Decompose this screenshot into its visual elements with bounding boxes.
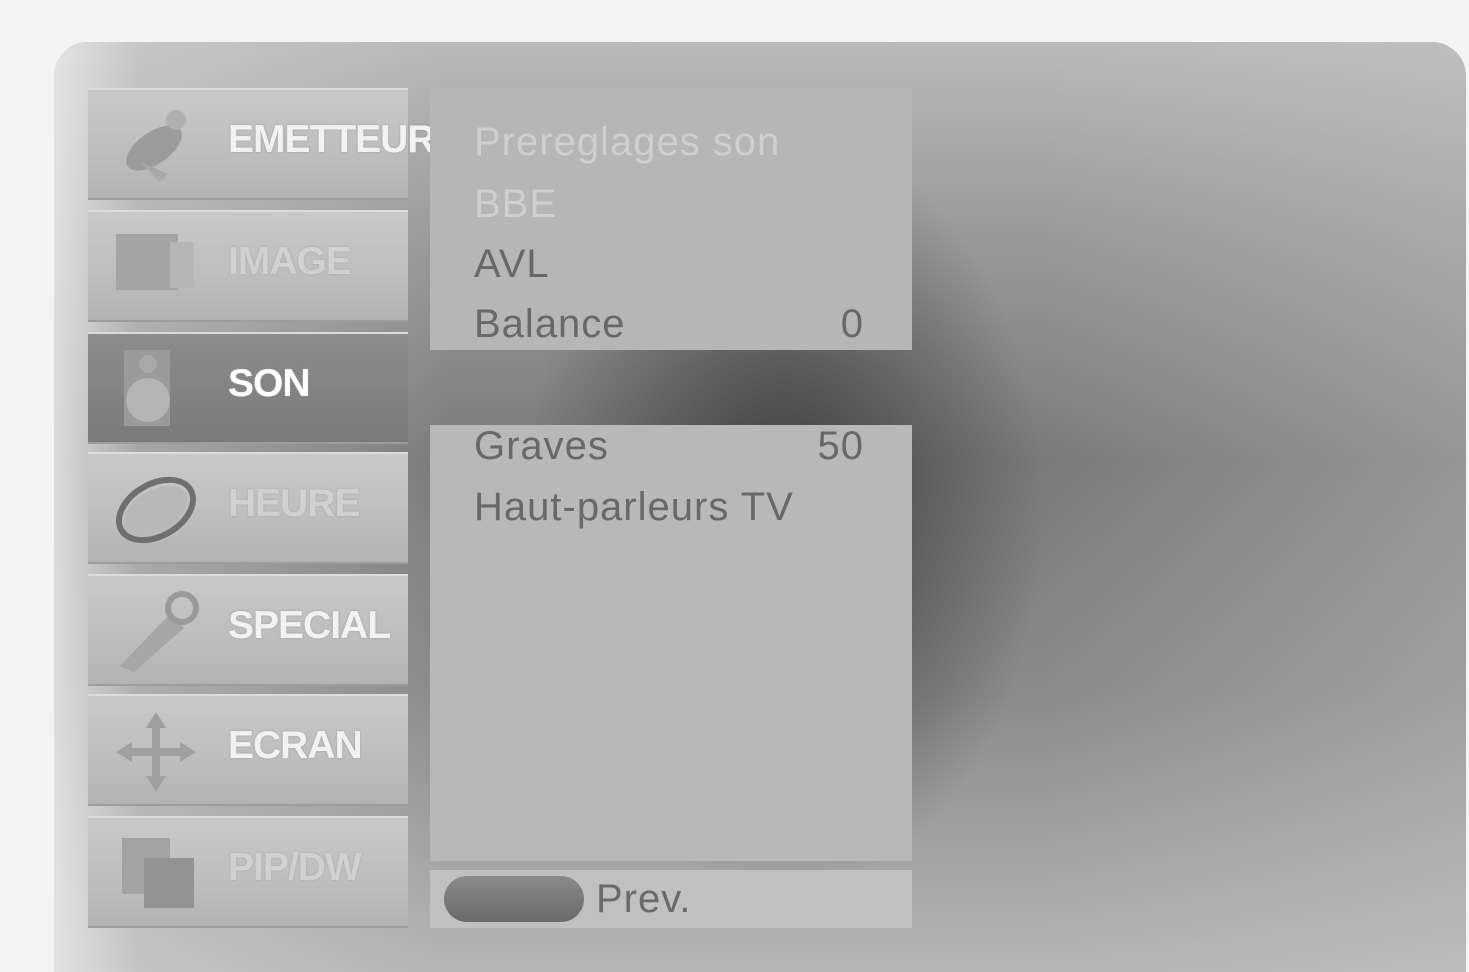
submenu-item-balance[interactable]: Balance 0 — [474, 294, 864, 354]
submenu-item-value: 50 — [817, 424, 864, 468]
submenu-item-value: 0 — [840, 302, 864, 346]
menu-label: ECRAN — [228, 724, 363, 767]
submenu-item-haut-parleurs[interactable]: Haut-parleurs TV — [474, 477, 864, 537]
menu-item-ecran[interactable]: ECRAN — [88, 694, 408, 806]
prev-label: Prev. — [596, 877, 692, 921]
picture-icon — [116, 234, 194, 290]
menu-label: PIP/DW — [228, 846, 362, 889]
submenu-item-bbe[interactable]: BBE — [474, 174, 864, 234]
menu-label: SPECIAL — [228, 604, 391, 647]
submenu-panel-bottom: Graves 50 Haut-parleurs TV — [430, 424, 912, 861]
menu-item-heure[interactable]: HEURE — [88, 452, 408, 564]
menu-label: HEURE — [228, 482, 361, 525]
menu-item-special[interactable]: SPECIAL — [88, 574, 408, 686]
submenu-item-label: Haut-parleurs TV — [474, 485, 794, 529]
key-icon — [120, 591, 199, 672]
speaker-icon — [124, 350, 170, 426]
clock-icon — [116, 476, 196, 544]
menu-item-pip-dw[interactable]: PIP/DW — [88, 816, 408, 928]
menu-label: EMETTEUR — [228, 118, 435, 161]
menu-item-image[interactable]: IMAGE — [88, 210, 408, 322]
pip-icon — [122, 838, 194, 908]
arrows-icon — [116, 712, 196, 792]
menu-item-son[interactable]: SON — [88, 332, 408, 444]
footer-hint: Prev. — [430, 870, 912, 928]
submenu-item-graves[interactable]: Graves 50 — [474, 416, 864, 476]
tv-osd-menu: EMETTEUR IMAGE SON HEURE SPECIAL ECRAN P… — [54, 42, 1466, 972]
menu-label: SON — [228, 362, 311, 405]
submenu-item-label: Prereglages son — [474, 120, 781, 164]
submenu-item-label: AVL — [474, 242, 550, 286]
submenu-item-label: Graves — [474, 424, 609, 468]
submenu-item-label: BBE — [474, 182, 558, 226]
prev-button[interactable] — [444, 876, 584, 922]
menu-label: IMAGE — [228, 240, 352, 283]
menu-item-emetteur[interactable]: EMETTEUR — [88, 88, 435, 200]
satellite-dish-icon — [126, 110, 186, 182]
submenu-item-avl[interactable]: AVL — [474, 234, 864, 294]
submenu-panel-top: Prereglages son BBE AVL Balance 0 — [430, 88, 912, 350]
submenu-item-label: Balance — [474, 302, 626, 346]
submenu-item-prereglages[interactable]: Prereglages son — [474, 112, 864, 172]
